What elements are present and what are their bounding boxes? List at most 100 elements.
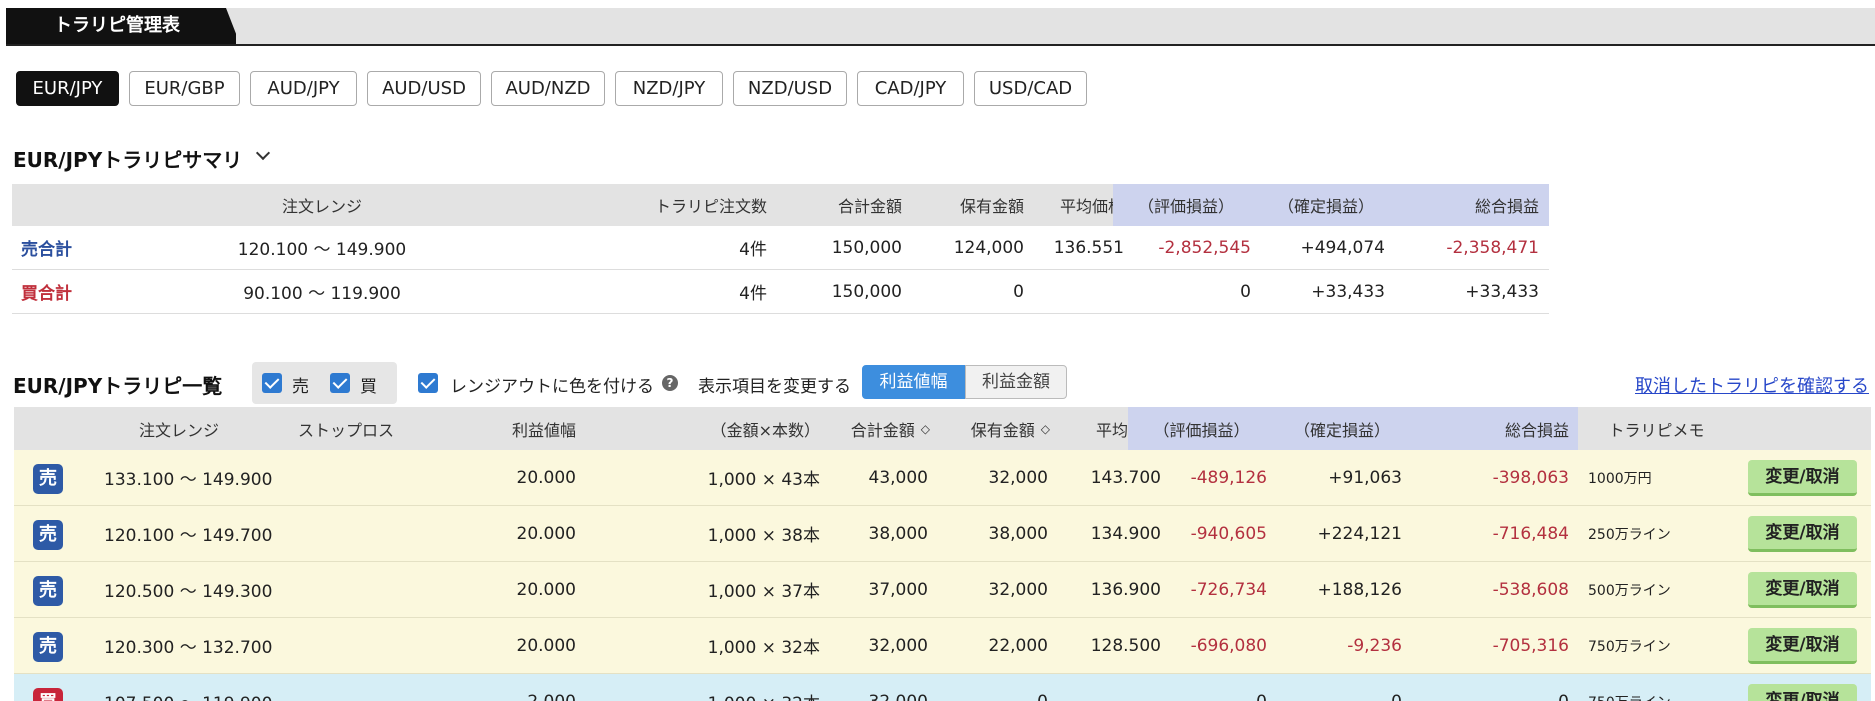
- summary-col-avg: 平均価格: [1059, 197, 1124, 216]
- summary-row-buy: 買合計 90.100 〜 119.900 4件 150,000 0 0 +33,…: [12, 270, 1549, 314]
- summary-col-total: 合計金額: [837, 197, 902, 216]
- summary-overall: +33,433: [1465, 281, 1539, 302]
- row-overall: -705,316: [1492, 635, 1569, 656]
- tab-aud-usd[interactable]: AUD/USD: [367, 71, 481, 106]
- edit-cancel-button[interactable]: 変更/取消: [1748, 684, 1857, 701]
- chevron-down-icon[interactable]: [255, 145, 271, 161]
- summary-overall: -2,358,471: [1446, 237, 1539, 258]
- summary-unrealized: 0: [1240, 281, 1251, 302]
- summary-col-holding: 保有金額: [959, 197, 1024, 216]
- summary-col-overall: 総合損益: [1393, 184, 1549, 226]
- tab-eur-jpy[interactable]: EUR/JPY: [16, 71, 119, 106]
- summary-col-range: 注文レンジ: [281, 197, 362, 216]
- summary-holding: 0: [1013, 281, 1024, 302]
- row-unrealized: -696,080: [1190, 635, 1267, 656]
- row-total: 32,000: [824, 674, 928, 701]
- tab-nzd-jpy[interactable]: NZD/JPY: [615, 71, 723, 106]
- sell-badge: 売: [33, 464, 63, 494]
- tab-aud-nzd[interactable]: AUD/NZD: [491, 71, 605, 106]
- table-row: 売 133.100 〜 149.900 20.000 1,000 × 43本 4…: [14, 450, 1871, 506]
- tab-aud-jpy[interactable]: AUD/JPY: [250, 71, 357, 106]
- list-col-holding-sortable[interactable]: 保有金額 ◇: [934, 407, 1050, 450]
- summary-realized: +33,433: [1311, 281, 1385, 302]
- row-total: 37,000: [868, 579, 928, 600]
- display-change-label: 表示項目を変更する: [698, 377, 851, 397]
- summary-row-type: 買合計: [21, 284, 72, 304]
- sell-badge: 売: [33, 520, 63, 550]
- row-profit: 2.000: [434, 674, 576, 701]
- sell-badge: 売: [33, 632, 63, 662]
- row-memo: 1000万円: [1588, 470, 1652, 487]
- summary-orders: 4件: [739, 284, 767, 304]
- profit-width-toggle[interactable]: 利益値幅: [862, 365, 965, 399]
- profit-amount-toggle[interactable]: 利益金額: [965, 365, 1067, 399]
- row-holding: 22,000: [988, 635, 1048, 656]
- row-unrealized: -726,734: [1190, 579, 1267, 600]
- row-memo: 250万ライン: [1588, 526, 1671, 543]
- summary-col-unrealized: （評価損益）: [1113, 184, 1259, 226]
- summary-range: 120.100 〜 149.900: [237, 240, 407, 260]
- sort-icon[interactable]: ◇: [921, 422, 930, 436]
- list-col-holding: 保有金額: [970, 420, 1035, 440]
- edit-cancel-button[interactable]: 変更/取消: [1748, 572, 1857, 608]
- edit-cancel-button[interactable]: 変更/取消: [1748, 460, 1857, 496]
- list-col-unrealized: （評価損益）: [1128, 407, 1275, 450]
- summary-total: 150,000: [831, 281, 902, 302]
- row-overall: -716,484: [1492, 523, 1569, 544]
- side-filter: 売 買: [252, 362, 397, 404]
- row-range: 120.500 〜 149.300: [104, 582, 273, 602]
- edit-cancel-button[interactable]: 変更/取消: [1748, 628, 1857, 664]
- row-realized: +91,063: [1328, 467, 1402, 488]
- list-col-total-sortable[interactable]: 合計金額 ◇: [824, 407, 930, 450]
- row-holding: 32,000: [988, 579, 1048, 600]
- sell-checkbox-label: 売: [292, 377, 309, 397]
- tab-eur-gbp[interactable]: EUR/GBP: [129, 71, 240, 106]
- list-col-overall: 総合損益: [1409, 407, 1578, 450]
- edit-cancel-button[interactable]: 変更/取消: [1748, 516, 1857, 552]
- table-row: 売 120.300 〜 132.700 20.000 1,000 × 32本 3…: [14, 618, 1871, 674]
- list-col-range: 注文レンジ: [138, 420, 219, 440]
- row-overall: -398,063: [1492, 467, 1569, 488]
- row-realized: -9,236: [1347, 635, 1402, 656]
- trap-list-table: 注文レンジ ストップロス 利益値幅 （金額×本数） 合計金額◇ 保有金額◇ 平均…: [14, 407, 1871, 701]
- row-range: 120.300 〜 132.700: [104, 638, 273, 658]
- row-profit: 20.000: [516, 635, 576, 656]
- row-range: 133.100 〜 149.900: [104, 470, 273, 490]
- buy-checkbox[interactable]: [330, 373, 350, 393]
- summary-orders: 4件: [739, 240, 767, 260]
- row-amount: 1,000 × 32本: [707, 638, 820, 658]
- summary-realized: +494,074: [1300, 237, 1385, 258]
- row-memo: 500万ライン: [1588, 582, 1671, 599]
- row-realized: +188,126: [1317, 579, 1402, 600]
- tab-nzd-usd[interactable]: NZD/USD: [733, 71, 847, 106]
- summary-avg: 136.551: [1053, 237, 1124, 258]
- summary-unrealized: -2,852,545: [1158, 237, 1251, 258]
- row-unrealized: 0: [1128, 674, 1267, 701]
- row-unrealized: -940,605: [1190, 523, 1267, 544]
- row-total: 32,000: [868, 635, 928, 656]
- row-profit: 20.000: [516, 579, 576, 600]
- tab-cad-jpy[interactable]: CAD/JPY: [857, 71, 964, 106]
- summary-title: EUR/JPYトラリピサマリ: [13, 148, 243, 172]
- tab-usd-cad[interactable]: USD/CAD: [974, 71, 1087, 106]
- row-holding: 0: [934, 674, 1048, 701]
- table-row: 買 107.500 〜 119.900 2.000 1,000 × 32本 32…: [14, 674, 1871, 701]
- summary-col-realized: （確定損益）: [1259, 184, 1393, 226]
- summary-header-row: 注文レンジ トラリピ注文数 合計金額 保有金額 平均価格 （評価損益） （確定損…: [12, 184, 1549, 226]
- range-out-color-checkbox[interactable]: [418, 373, 438, 393]
- header-bar: トラリピ管理表: [6, 8, 1875, 46]
- pair-tabs: EUR/JPY EUR/GBP AUD/JPY AUD/USD AUD/NZD …: [16, 71, 1087, 106]
- help-icon[interactable]: ?: [662, 375, 678, 391]
- row-memo: 750万ライン: [1588, 674, 1671, 701]
- page-title: トラリピ管理表: [6, 8, 236, 44]
- row-overall: -538,608: [1492, 579, 1569, 600]
- sell-checkbox[interactable]: [262, 373, 282, 393]
- list-col-stop: ストップロス: [297, 420, 394, 440]
- buy-checkbox-label: 買: [360, 377, 377, 397]
- row-memo: 750万ライン: [1588, 638, 1671, 655]
- cancelled-traps-link[interactable]: 取消したトラリピを確認する: [1635, 372, 1869, 398]
- table-row: 売 120.100 〜 149.700 20.000 1,000 × 38本 3…: [14, 506, 1871, 562]
- sort-icon[interactable]: ◇: [1041, 422, 1050, 436]
- summary-avg: [1032, 270, 1124, 313]
- row-unrealized: -489,126: [1190, 467, 1267, 488]
